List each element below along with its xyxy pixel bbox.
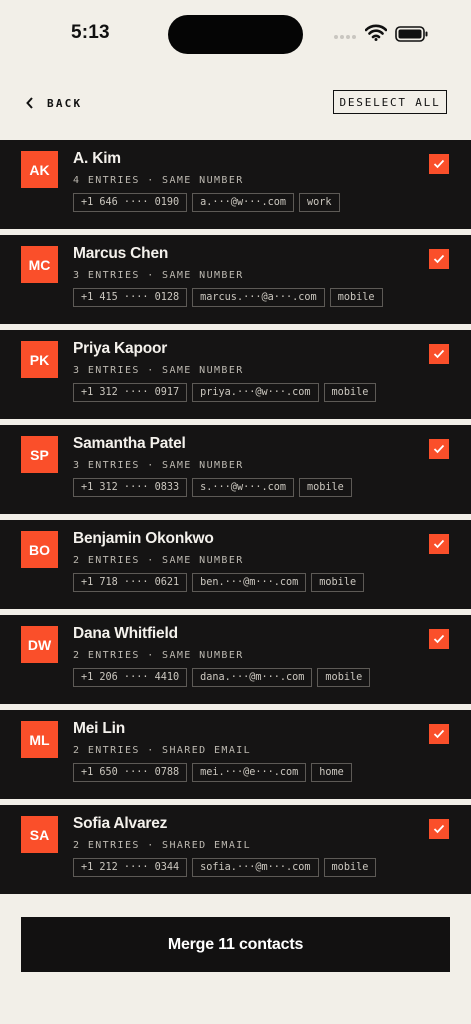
checkmark-icon bbox=[433, 444, 445, 454]
label-chip: mobile bbox=[317, 668, 371, 687]
email-chip: mei.···@e···.com bbox=[192, 763, 307, 782]
contact-chips: +1 206 ···· 4410 dana.···@m···.com mobil… bbox=[73, 668, 371, 687]
checkmark-icon bbox=[433, 824, 445, 834]
label-chip: mobile bbox=[311, 573, 365, 592]
contact-meta: 2 ENTRIES · SHARED EMAIL bbox=[73, 840, 252, 851]
wifi-icon bbox=[365, 24, 387, 41]
avatar: AK bbox=[21, 151, 58, 188]
back-button[interactable]: BACK bbox=[25, 90, 82, 116]
top-bar: BACK DESELECT ALL bbox=[0, 80, 471, 126]
select-checkbox[interactable] bbox=[429, 344, 449, 364]
phone-chip: +1 206 ···· 4410 bbox=[73, 668, 188, 687]
chevron-left-icon bbox=[26, 97, 33, 109]
email-chip: a.···@w···.com bbox=[192, 193, 295, 212]
contact-chips: +1 312 ···· 0917 priya.···@w···.com mobi… bbox=[73, 383, 377, 402]
avatar: MC bbox=[21, 246, 58, 283]
label-chip: mobile bbox=[323, 858, 377, 877]
label-chip: home bbox=[311, 763, 352, 782]
select-checkbox[interactable] bbox=[429, 439, 449, 459]
contact-row[interactable]: ML Mei Lin 2 ENTRIES · SHARED EMAIL +1 6… bbox=[0, 710, 471, 805]
contact-chips: +1 646 ···· 0190 a.···@w···.com work bbox=[73, 193, 340, 212]
checkmark-icon bbox=[433, 539, 445, 549]
contact-meta: 2 ENTRIES · SHARED EMAIL bbox=[73, 745, 252, 756]
deselect-all-button[interactable]: DESELECT ALL bbox=[333, 90, 447, 114]
contact-chips: +1 718 ···· 0621 ben.···@m···.com mobile bbox=[73, 573, 365, 592]
contact-chips: +1 312 ···· 0833 s.···@w···.com mobile bbox=[73, 478, 352, 497]
label-chip: mobile bbox=[329, 288, 383, 307]
contact-row[interactable]: DW Dana Whitfield 2 ENTRIES · SAME NUMBE… bbox=[0, 615, 471, 710]
avatar: ML bbox=[21, 721, 58, 758]
label-chip: mobile bbox=[323, 383, 377, 402]
checkmark-icon bbox=[433, 254, 445, 264]
contact-name: Sofia Alvarez bbox=[73, 815, 168, 832]
contact-meta: 3 ENTRIES · SAME NUMBER bbox=[73, 460, 244, 471]
avatar: SP bbox=[21, 436, 58, 473]
phone-chip: +1 312 ···· 0917 bbox=[73, 383, 188, 402]
checkmark-icon bbox=[433, 634, 445, 644]
label-chip: work bbox=[299, 193, 340, 212]
back-label: BACK bbox=[47, 96, 83, 110]
avatar: SA bbox=[21, 816, 58, 853]
email-chip: s.···@w···.com bbox=[192, 478, 295, 497]
email-chip: dana.···@m···.com bbox=[192, 668, 313, 687]
select-checkbox[interactable] bbox=[429, 629, 449, 649]
contact-name: Priya Kapoor bbox=[73, 340, 168, 357]
phone-chip: +1 718 ···· 0621 bbox=[73, 573, 188, 592]
contact-row[interactable]: SA Sofia Alvarez 2 ENTRIES · SHARED EMAI… bbox=[0, 805, 471, 900]
contact-meta: 2 ENTRIES · SAME NUMBER bbox=[73, 650, 244, 661]
checkmark-icon bbox=[433, 729, 445, 739]
label-chip: mobile bbox=[299, 478, 352, 497]
contact-row[interactable]: SP Samantha Patel 3 ENTRIES · SAME NUMBE… bbox=[0, 425, 471, 520]
status-bar: 5:13 bbox=[0, 0, 471, 70]
phone-chip: +1 650 ···· 0788 bbox=[73, 763, 188, 782]
phone-chip: +1 646 ···· 0190 bbox=[73, 193, 188, 212]
select-checkbox[interactable] bbox=[429, 819, 449, 839]
avatar: PK bbox=[21, 341, 58, 378]
signal-icon bbox=[334, 35, 356, 39]
contact-row[interactable]: MC Marcus Chen 3 ENTRIES · SAME NUMBER +… bbox=[0, 235, 471, 330]
checkmark-icon bbox=[433, 159, 445, 169]
merge-contacts-button[interactable]: Merge 11 contacts bbox=[21, 917, 450, 972]
phone-chip: +1 212 ···· 0344 bbox=[73, 858, 188, 877]
contact-meta: 3 ENTRIES · SAME NUMBER bbox=[73, 365, 244, 376]
dynamic-island bbox=[168, 15, 303, 54]
phone-chip: +1 312 ···· 0833 bbox=[73, 478, 188, 497]
phone-chip: +1 415 ···· 0128 bbox=[73, 288, 188, 307]
contact-meta: 2 ENTRIES · SAME NUMBER bbox=[73, 555, 244, 566]
select-checkbox[interactable] bbox=[429, 534, 449, 554]
contact-name: Mei Lin bbox=[73, 720, 125, 737]
email-chip: priya.···@w···.com bbox=[192, 383, 319, 402]
select-checkbox[interactable] bbox=[429, 249, 449, 269]
contact-meta: 4 ENTRIES · SAME NUMBER bbox=[73, 175, 244, 186]
status-time: 5:13 bbox=[71, 22, 110, 43]
contact-chips: +1 650 ···· 0788 mei.···@e···.com home bbox=[73, 763, 352, 782]
contact-chips: +1 212 ···· 0344 sofia.···@m···.com mobi… bbox=[73, 858, 377, 877]
avatar: BO bbox=[21, 531, 58, 568]
battery-icon bbox=[395, 26, 428, 42]
select-checkbox[interactable] bbox=[429, 724, 449, 744]
contact-name: Samantha Patel bbox=[73, 435, 186, 452]
email-chip: sofia.···@m···.com bbox=[192, 858, 319, 877]
contact-row[interactable]: PK Priya Kapoor 3 ENTRIES · SAME NUMBER … bbox=[0, 330, 471, 425]
contact-name: Benjamin Okonkwo bbox=[73, 530, 214, 547]
contact-chips: +1 415 ···· 0128 marcus.···@a···.com mob… bbox=[73, 288, 383, 307]
checkmark-icon bbox=[433, 349, 445, 359]
email-chip: ben.···@m···.com bbox=[192, 573, 307, 592]
contact-name: Marcus Chen bbox=[73, 245, 169, 262]
contact-meta: 3 ENTRIES · SAME NUMBER bbox=[73, 270, 244, 281]
avatar: DW bbox=[21, 626, 58, 663]
email-chip: marcus.···@a···.com bbox=[192, 288, 325, 307]
select-checkbox[interactable] bbox=[429, 154, 449, 174]
contact-row[interactable]: AK A. Kim 4 ENTRIES · SAME NUMBER +1 646… bbox=[0, 140, 471, 235]
contact-row[interactable]: BO Benjamin Okonkwo 2 ENTRIES · SAME NUM… bbox=[0, 520, 471, 615]
contact-list: AK A. Kim 4 ENTRIES · SAME NUMBER +1 646… bbox=[0, 140, 471, 900]
contact-name: Dana Whitfield bbox=[73, 625, 178, 642]
contact-name: A. Kim bbox=[73, 150, 121, 167]
